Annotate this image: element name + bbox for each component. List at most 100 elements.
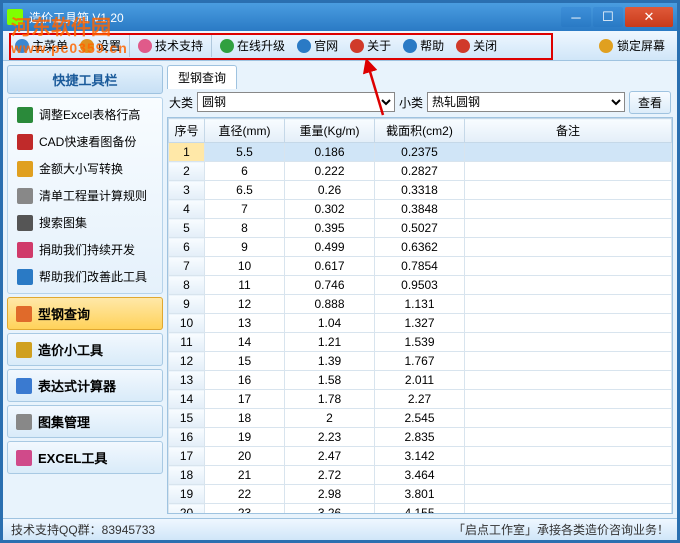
cell: 0.3848 <box>375 200 465 219</box>
col-header[interactable]: 备注 <box>465 119 672 143</box>
cell: 17 <box>205 390 285 409</box>
sidebar-item-5[interactable]: 捐助我们持续开发 <box>11 236 159 263</box>
table-row[interactable]: 260.2220.2827 <box>169 162 672 181</box>
support-icon <box>138 39 152 53</box>
cell <box>465 428 672 447</box>
cell: 1.327 <box>375 314 465 333</box>
sidebar-item-label: CAD快速看图备份 <box>39 133 136 150</box>
table-row[interactable]: 15.50.1860.2375 <box>169 143 672 162</box>
cell <box>465 200 672 219</box>
tabstrip: 型钢查询 <box>167 65 673 87</box>
cell: 11 <box>205 276 285 295</box>
about-button[interactable]: 关于 <box>344 31 397 61</box>
col-header[interactable]: 截面积(cm2) <box>375 119 465 143</box>
cell: 14 <box>205 333 285 352</box>
table-row[interactable]: 16192.232.835 <box>169 428 672 447</box>
status-left-label: 技术支持QQ群： <box>11 521 102 538</box>
website-button[interactable]: 官网 <box>291 31 344 61</box>
table-row[interactable]: 7100.6170.7854 <box>169 257 672 276</box>
minor-select[interactable]: 热轧圆钢 <box>427 92 625 112</box>
cell: 2.27 <box>375 390 465 409</box>
table-row[interactable]: 18212.723.464 <box>169 466 672 485</box>
cell: 0.888 <box>285 295 375 314</box>
cell: 2 <box>169 162 205 181</box>
table-row[interactable]: 580.3950.5027 <box>169 219 672 238</box>
table-row[interactable]: 14171.782.27 <box>169 390 672 409</box>
close-app-button[interactable]: 关闭 <box>450 31 503 61</box>
sidebar-item-2[interactable]: 金额大小写转换 <box>11 155 159 182</box>
cell: 0.26 <box>285 181 375 200</box>
sidebar-item-1[interactable]: CAD快速看图备份 <box>11 128 159 155</box>
table-row[interactable]: 20233.264.155 <box>169 504 672 515</box>
sidebar-tab-2[interactable]: 表达式计算器 <box>7 369 163 402</box>
status-right: 「启点工作室」承接各类造价咨询业务！ <box>453 521 669 538</box>
cell: 12 <box>169 352 205 371</box>
menu-icon <box>15 39 29 53</box>
cell: 20 <box>169 504 205 515</box>
data-grid[interactable]: 序号直径(mm)重量(Kg/m)截面积(cm2)备注 15.50.1860.23… <box>167 117 673 514</box>
table-row[interactable]: 17202.473.142 <box>169 447 672 466</box>
cell: 2.98 <box>285 485 375 504</box>
sidebar-item-4[interactable]: 搜索图集 <box>11 209 159 236</box>
table-row[interactable]: 13161.582.011 <box>169 371 672 390</box>
cell <box>465 143 672 162</box>
cell: 18 <box>205 409 285 428</box>
menu-button[interactable]: 主菜单 <box>9 31 74 61</box>
window-close-button[interactable]: ✕ <box>625 7 673 27</box>
sidebar-item-0[interactable]: 调整Excel表格行高 <box>11 101 159 128</box>
table-row[interactable]: 470.3020.3848 <box>169 200 672 219</box>
menu-label: 主菜单 <box>32 37 68 54</box>
search-icon <box>17 215 33 231</box>
table-row[interactable]: 151822.545 <box>169 409 672 428</box>
table-row[interactable]: 690.4990.6362 <box>169 238 672 257</box>
help-button[interactable]: 帮助 <box>397 31 450 61</box>
sidebar-tab-3[interactable]: 图集管理 <box>7 405 163 438</box>
sidebar-tab-1[interactable]: 造价小工具 <box>7 333 163 366</box>
cell: 2.835 <box>375 428 465 447</box>
cell <box>465 314 672 333</box>
table-row[interactable]: 36.50.260.3318 <box>169 181 672 200</box>
cell <box>465 504 672 515</box>
major-select[interactable]: 圆钢 <box>197 92 395 112</box>
col-header[interactable]: 重量(Kg/m) <box>285 119 375 143</box>
table-row[interactable]: 8110.7460.9503 <box>169 276 672 295</box>
col-header[interactable]: 直径(mm) <box>205 119 285 143</box>
table-row[interactable]: 9120.8881.131 <box>169 295 672 314</box>
settings-label: 设置 <box>97 37 121 54</box>
toolbar: 主菜单 设置 技术支持 在线升级 官网 关于 帮助 关闭 锁定屏幕 <box>3 31 677 61</box>
quick-tools-group: 调整Excel表格行高 CAD快速看图备份金额大小写转换清单工程量计算规则搜索图集… <box>7 97 163 294</box>
table-row[interactable]: 19222.983.801 <box>169 485 672 504</box>
minimize-button[interactable]: ─ <box>561 7 591 27</box>
tab-steel-query[interactable]: 型钢查询 <box>167 65 237 89</box>
cell: 0.9503 <box>375 276 465 295</box>
sidebar-tab-label: 型钢查询 <box>38 304 90 323</box>
minor-label: 小类 <box>399 94 423 111</box>
steel-table: 序号直径(mm)重量(Kg/m)截面积(cm2)备注 15.50.1860.23… <box>168 118 672 514</box>
cell: 4.155 <box>375 504 465 515</box>
cell: 16 <box>205 371 285 390</box>
maximize-button[interactable]: ☐ <box>593 7 623 27</box>
sidebar-item-3[interactable]: 清单工程量计算规则 <box>11 182 159 209</box>
table-row[interactable]: 12151.391.767 <box>169 352 672 371</box>
upgrade-button[interactable]: 在线升级 <box>214 31 291 61</box>
cell: 0.3318 <box>375 181 465 200</box>
tech-support-button[interactable]: 技术支持 <box>132 31 209 61</box>
cell: 0.499 <box>285 238 375 257</box>
cell: 7 <box>205 200 285 219</box>
view-button[interactable]: 查看 <box>629 91 671 114</box>
sidebar-tab-0[interactable]: 型钢查询 <box>7 297 163 330</box>
table-row[interactable]: 10131.041.327 <box>169 314 672 333</box>
cell: 18 <box>169 466 205 485</box>
lock-screen-button[interactable]: 锁定屏幕 <box>593 37 671 54</box>
sidebar-tab-4[interactable]: EXCEL工具 <box>7 441 163 474</box>
settings-button[interactable]: 设置 <box>74 31 127 61</box>
separator <box>211 35 212 57</box>
cell: 1.39 <box>285 352 375 371</box>
table-row[interactable]: 11141.211.539 <box>169 333 672 352</box>
cell <box>465 276 672 295</box>
col-header[interactable]: 序号 <box>169 119 205 143</box>
cell: 22 <box>205 485 285 504</box>
cell <box>465 257 672 276</box>
sidebar-item-6[interactable]: 帮助我们改善此工具 <box>11 263 159 290</box>
cell: 1.78 <box>285 390 375 409</box>
